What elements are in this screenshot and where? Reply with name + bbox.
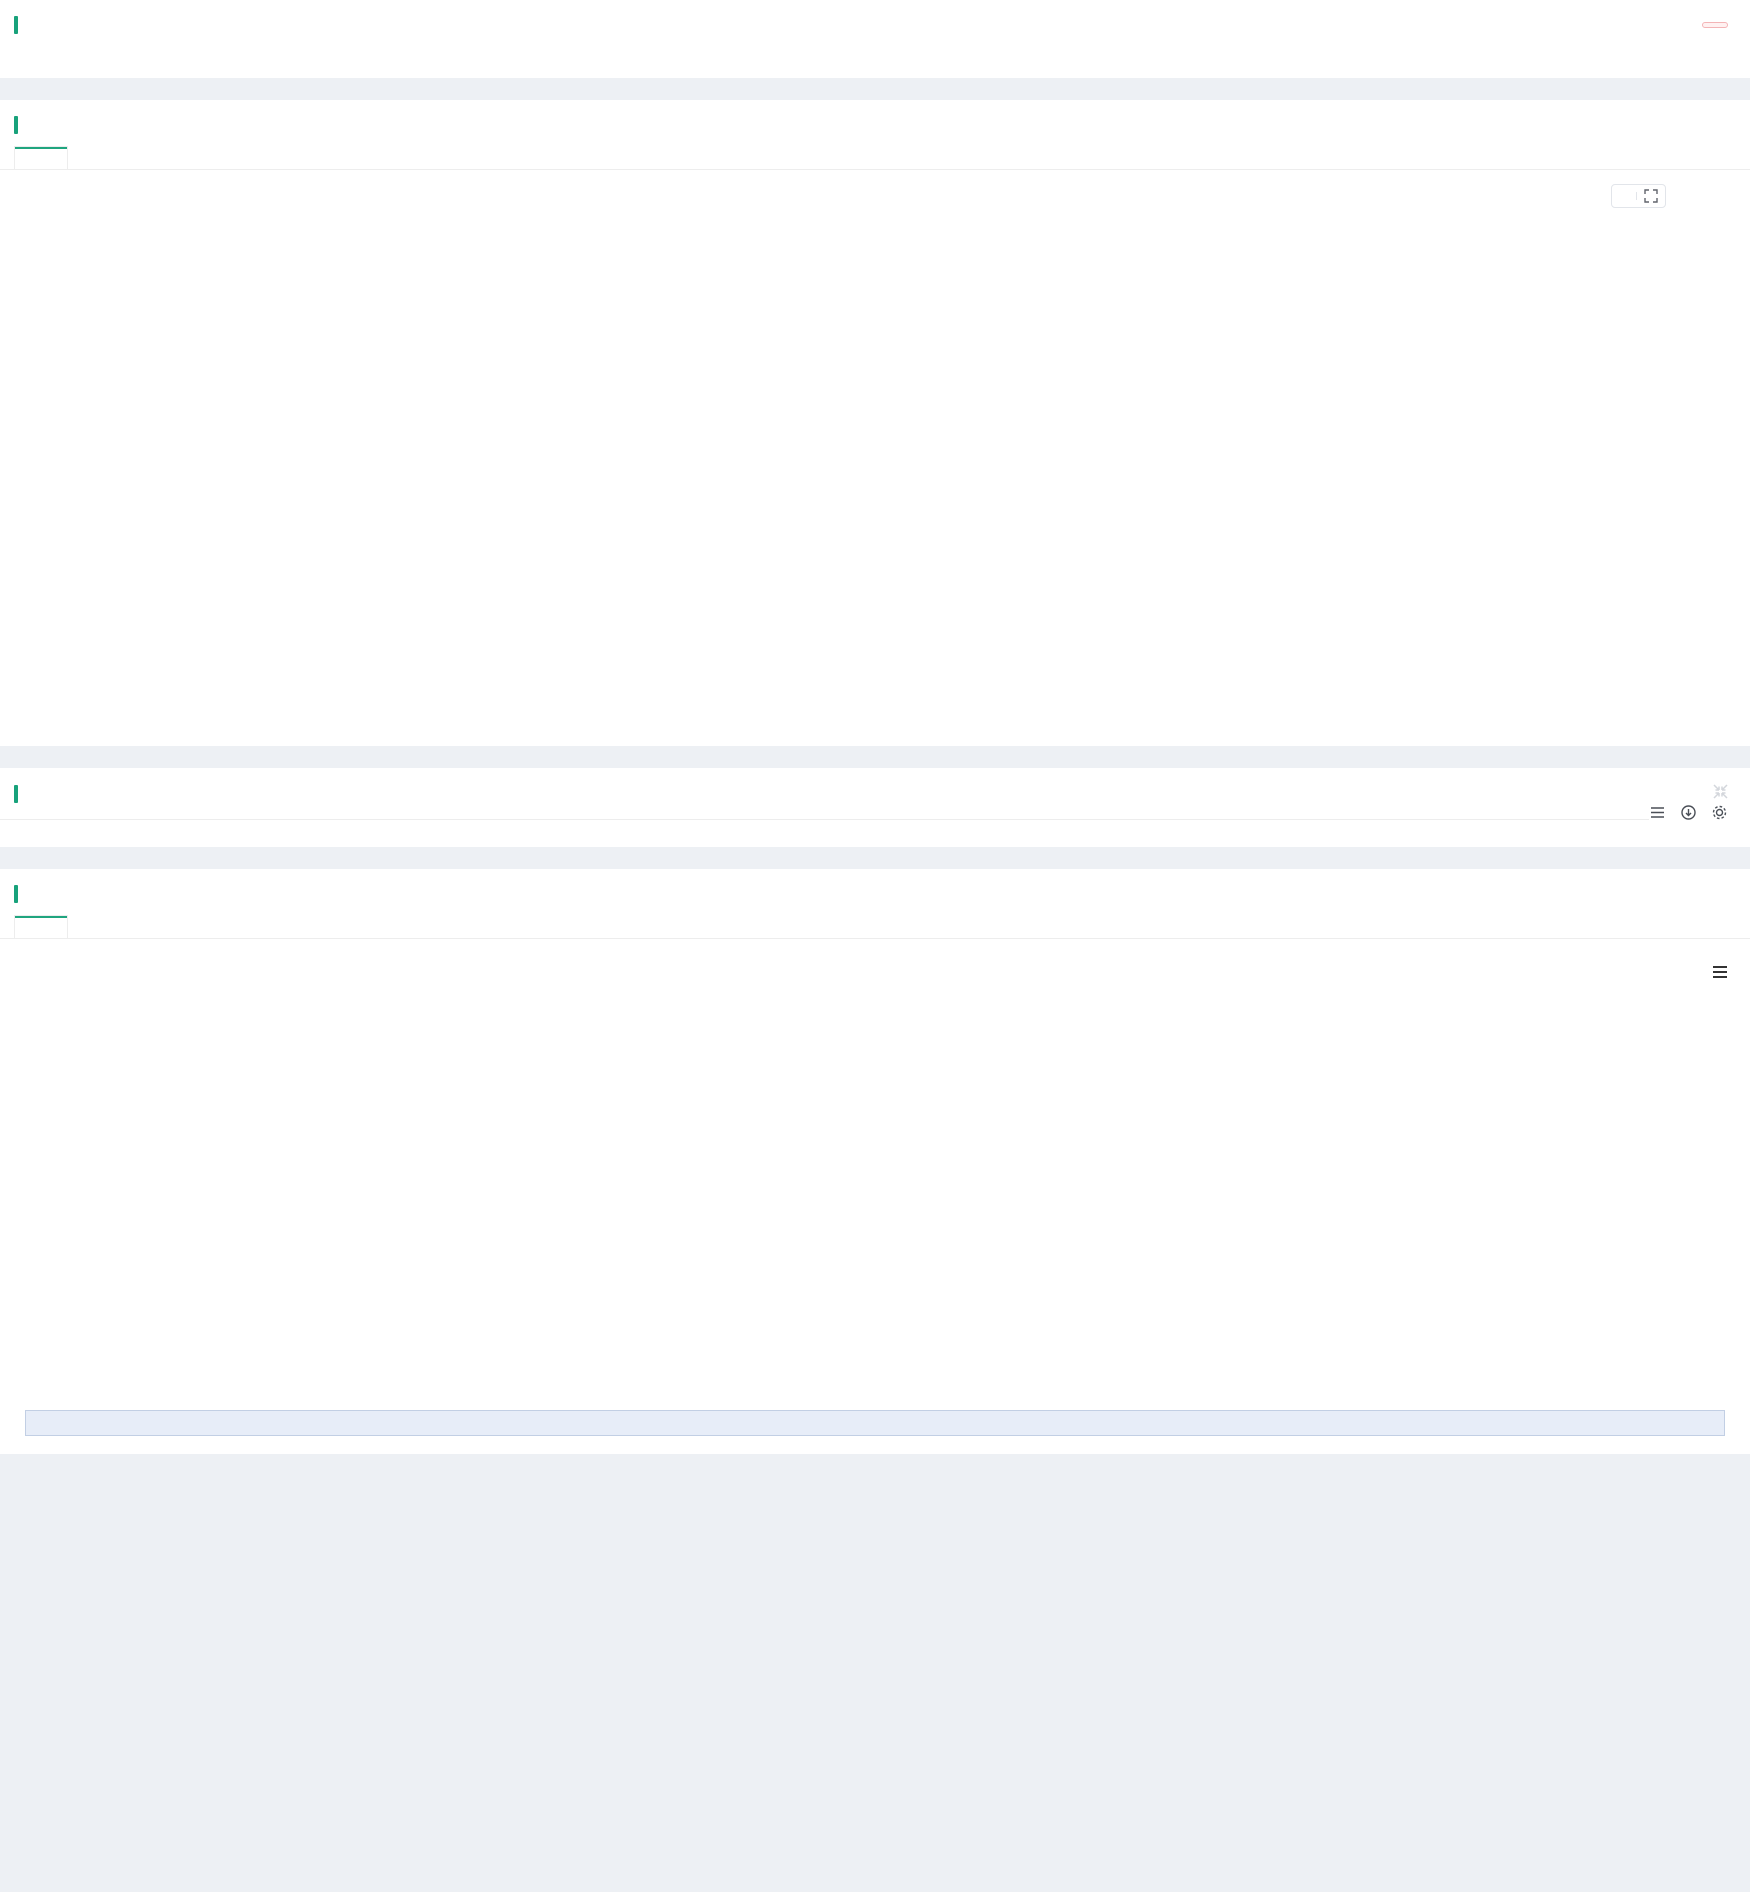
range-navigator[interactable] <box>25 1410 1725 1436</box>
collapse-icon[interactable] <box>1713 784 1728 804</box>
chart-expand-icon[interactable] <box>1637 185 1665 207</box>
status-info-section <box>0 768 1750 847</box>
candlestick-chart[interactable] <box>0 172 1750 734</box>
earnings-overview-section <box>0 869 1750 1454</box>
logs-counter-badge <box>1702 22 1728 28</box>
tab-futures-binance-btc-usdt[interactable] <box>14 915 68 938</box>
section-accent-bar <box>14 116 18 134</box>
cloud-download-icon[interactable] <box>1680 804 1697 821</box>
indicator-controls <box>1611 184 1666 208</box>
hamburger-menu-icon[interactable] <box>1712 965 1728 979</box>
section-divider <box>0 78 1750 100</box>
status-toolbar-icons <box>1649 804 1728 821</box>
gear-icon[interactable] <box>1711 804 1728 821</box>
ticker-data-section <box>0 100 1750 746</box>
tab-futures-binance-btc-usdt-swap[interactable] <box>14 146 68 169</box>
ticker-tabbar <box>0 146 1750 170</box>
status-tabbar <box>0 819 1649 820</box>
list-menu-icon[interactable] <box>1649 804 1666 821</box>
indicator-button[interactable] <box>1612 192 1637 200</box>
section-accent-bar <box>14 16 18 34</box>
section-accent-bar <box>14 785 18 803</box>
section-divider <box>0 847 1750 869</box>
earnings-chart-svg[interactable] <box>0 1001 1750 1421</box>
section-divider <box>0 746 1750 768</box>
candlestick-svg[interactable] <box>24 172 1750 717</box>
section-accent-bar <box>14 885 18 903</box>
earnings-tabbar <box>0 915 1750 939</box>
logs-section <box>0 0 1750 78</box>
